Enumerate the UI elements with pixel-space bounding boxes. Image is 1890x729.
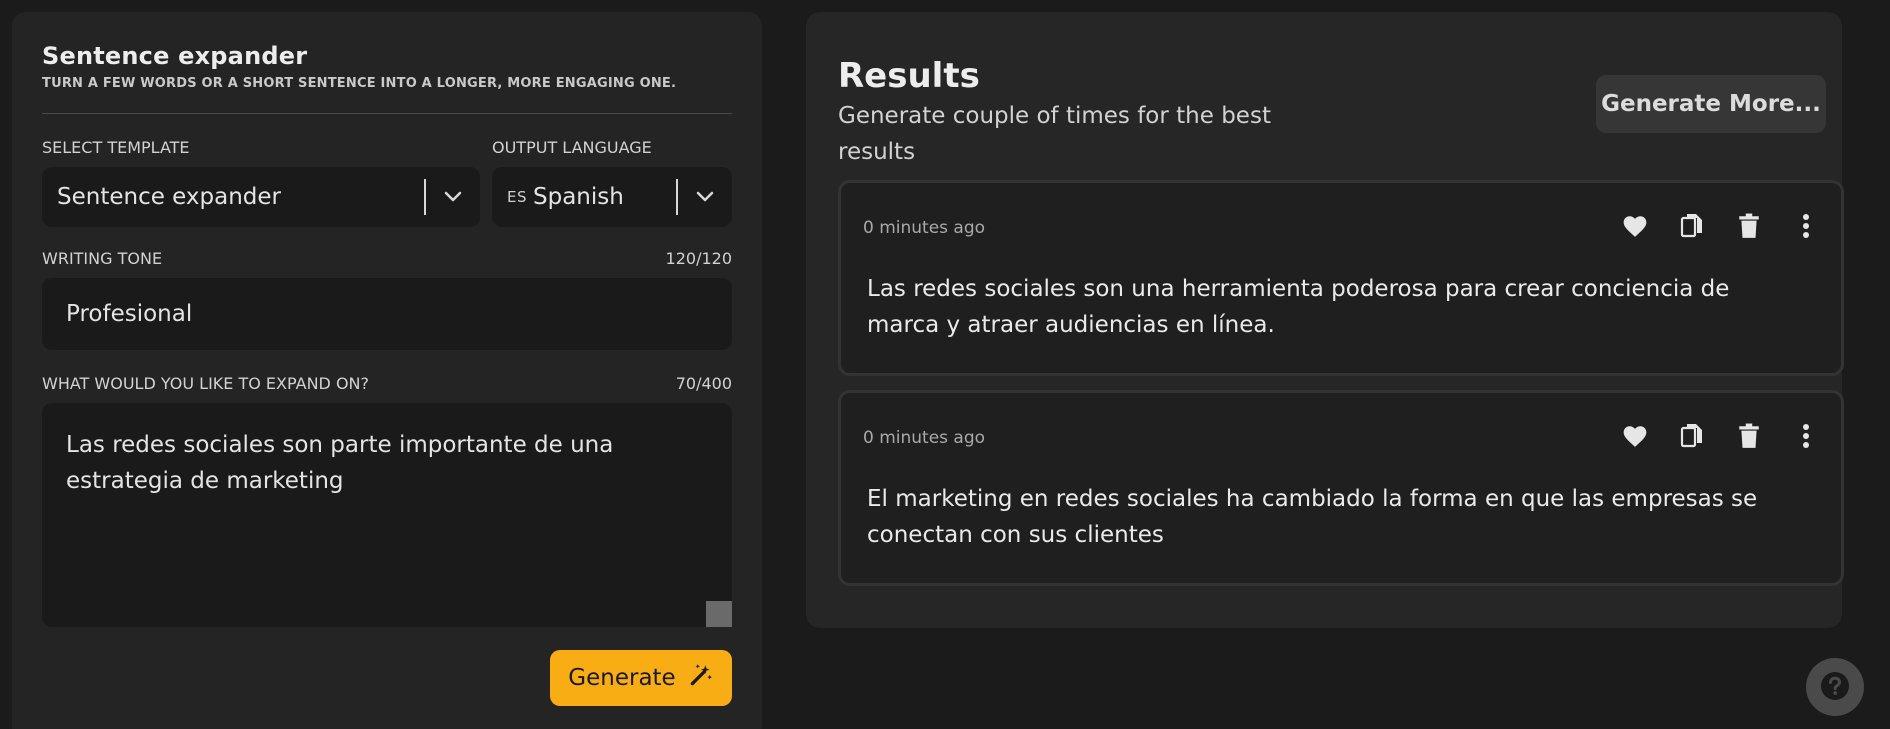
select-row: SELECT TEMPLATE Sentence expander OUTPUT… bbox=[42, 138, 732, 227]
tone-label-row: WRITING TONE 120/120 bbox=[42, 249, 732, 268]
template-select-group: SELECT TEMPLATE Sentence expander bbox=[42, 138, 480, 227]
more-vertical-icon[interactable] bbox=[1791, 421, 1821, 451]
resize-handle[interactable] bbox=[706, 601, 732, 627]
generate-button[interactable]: Generate bbox=[550, 650, 732, 706]
expand-group: WHAT WOULD YOU LIKE TO EXPAND ON? 70/400… bbox=[42, 374, 732, 627]
tone-char-count: 120/120 bbox=[665, 249, 732, 268]
expand-char-count: 70/400 bbox=[675, 374, 732, 393]
results-title: Results bbox=[838, 56, 980, 96]
heart-icon[interactable] bbox=[1620, 421, 1650, 451]
expand-label-row: WHAT WOULD YOU LIKE TO EXPAND ON? 70/400 bbox=[42, 374, 732, 393]
result-actions bbox=[1620, 211, 1821, 241]
tone-input[interactable]: Profesional bbox=[42, 278, 732, 350]
expand-textarea-value: Las redes sociales son parte importante … bbox=[66, 432, 614, 494]
results-panel: Results Generate couple of times for the… bbox=[806, 12, 1844, 628]
generate-label: Generate bbox=[568, 665, 676, 691]
language-select[interactable]: ES Spanish bbox=[492, 167, 732, 227]
expand-label: WHAT WOULD YOU LIKE TO EXPAND ON? bbox=[42, 374, 369, 393]
trash-icon[interactable] bbox=[1734, 421, 1764, 451]
language-select-value: Spanish bbox=[533, 184, 624, 210]
tool-form-panel: Sentence expander TURN A FEW WORDS OR A … bbox=[12, 12, 762, 729]
tool-subtitle: TURN A FEW WORDS OR A SHORT SENTENCE INT… bbox=[42, 76, 677, 91]
result-timestamp: 0 minutes ago bbox=[863, 428, 986, 448]
copy-icon[interactable] bbox=[1677, 421, 1707, 451]
result-timestamp: 0 minutes ago bbox=[863, 218, 986, 238]
more-vertical-icon[interactable] bbox=[1791, 211, 1821, 241]
result-actions bbox=[1620, 421, 1821, 451]
copy-icon[interactable] bbox=[1677, 211, 1707, 241]
chevron-down-icon[interactable] bbox=[678, 167, 732, 227]
tool-title: Sentence expander bbox=[42, 42, 308, 70]
divider bbox=[42, 113, 732, 114]
magic-wand-icon bbox=[688, 662, 714, 694]
generate-more-button[interactable]: Generate More... bbox=[1596, 75, 1826, 133]
result-text: Las redes sociales son una herramienta p… bbox=[867, 276, 1730, 338]
tone-label: WRITING TONE bbox=[42, 249, 163, 268]
template-select-value: Sentence expander bbox=[57, 184, 282, 210]
language-label: OUTPUT LANGUAGE bbox=[492, 138, 652, 157]
template-select[interactable]: Sentence expander bbox=[42, 167, 480, 227]
help-button[interactable] bbox=[1806, 658, 1864, 716]
language-select-group: OUTPUT LANGUAGE ES Spanish bbox=[492, 138, 732, 227]
result-text: El marketing en redes sociales ha cambia… bbox=[867, 486, 1758, 548]
result-card: 0 minutes ago Las redes sociales son una… bbox=[838, 180, 1844, 376]
template-label: SELECT TEMPLATE bbox=[42, 138, 190, 157]
help-icon bbox=[1820, 671, 1850, 704]
results-subtitle: Generate couple of times for the best re… bbox=[838, 103, 1271, 165]
chevron-down-icon[interactable] bbox=[426, 167, 480, 227]
trash-icon[interactable] bbox=[1734, 211, 1764, 241]
expand-textarea[interactable]: Las redes sociales son parte importante … bbox=[42, 403, 732, 627]
heart-icon[interactable] bbox=[1620, 211, 1650, 241]
page: Sentence expander TURN A FEW WORDS OR A … bbox=[0, 0, 1890, 729]
tone-group: WRITING TONE 120/120 Profesional bbox=[42, 249, 732, 350]
result-card: 0 minutes ago El marketing en redes soci… bbox=[838, 390, 1844, 586]
language-code: ES bbox=[507, 188, 527, 206]
